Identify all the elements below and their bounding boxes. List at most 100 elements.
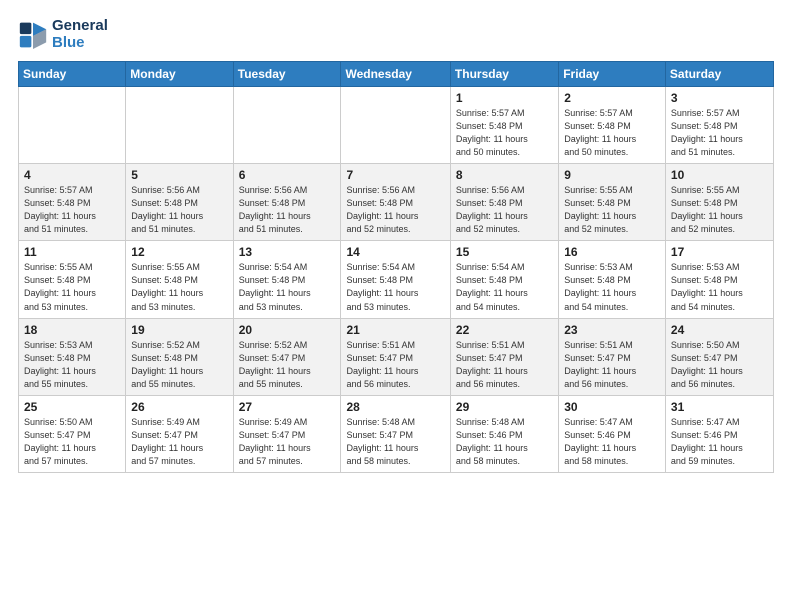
day-info: Sunrise: 5:47 AMSunset: 5:46 PMDaylight:… <box>671 416 768 468</box>
day-info: Sunrise: 5:56 AMSunset: 5:48 PMDaylight:… <box>131 184 227 236</box>
day-info: Sunrise: 5:50 AMSunset: 5:47 PMDaylight:… <box>671 339 768 391</box>
day-number: 21 <box>346 323 444 337</box>
weekday-header-saturday: Saturday <box>665 62 773 87</box>
day-info: Sunrise: 5:51 AMSunset: 5:47 PMDaylight:… <box>456 339 553 391</box>
day-info: Sunrise: 5:51 AMSunset: 5:47 PMDaylight:… <box>564 339 660 391</box>
day-number: 17 <box>671 245 768 259</box>
day-number: 16 <box>564 245 660 259</box>
page-header: General Blue <box>18 18 774 51</box>
day-number: 24 <box>671 323 768 337</box>
logo-text: General Blue <box>52 18 108 51</box>
weekday-header-thursday: Thursday <box>450 62 558 87</box>
calendar-table: SundayMondayTuesdayWednesdayThursdayFrid… <box>18 61 774 473</box>
day-info: Sunrise: 5:56 AMSunset: 5:48 PMDaylight:… <box>239 184 336 236</box>
calendar-week-row: 1Sunrise: 5:57 AMSunset: 5:48 PMDaylight… <box>19 87 774 164</box>
calendar-cell <box>19 87 126 164</box>
day-info: Sunrise: 5:55 AMSunset: 5:48 PMDaylight:… <box>671 184 768 236</box>
calendar-header-row: SundayMondayTuesdayWednesdayThursdayFrid… <box>19 62 774 87</box>
day-number: 28 <box>346 400 444 414</box>
calendar-cell: 17 Sunrise: 5:53 AMSunset: 5:48 PMDayligh… <box>665 241 773 318</box>
day-number: 5 <box>131 168 227 182</box>
calendar-cell: 25 Sunrise: 5:50 AMSunset: 5:47 PMDayligh… <box>19 395 126 472</box>
day-number: 15 <box>456 245 553 259</box>
day-number: 10 <box>671 168 768 182</box>
day-number: 26 <box>131 400 227 414</box>
calendar-cell: 31Sunrise: 5:47 AMSunset: 5:46 PMDayligh… <box>665 395 773 472</box>
day-info: Sunrise: 5:51 AMSunset: 5:47 PMDaylight:… <box>346 339 444 391</box>
calendar-cell <box>126 87 233 164</box>
day-info: Sunrise: 5:48 AMSunset: 5:46 PMDaylight:… <box>456 416 553 468</box>
day-info: Sunrise: 5:49 AMSunset: 5:47 PMDaylight:… <box>131 416 227 468</box>
day-number: 13 <box>239 245 336 259</box>
day-info: Sunrise: 5:49 AMSunset: 5:47 PMDaylight:… <box>239 416 336 468</box>
calendar-cell: 12 Sunrise: 5:55 AMSunset: 5:48 PMDayligh… <box>126 241 233 318</box>
day-info: Sunrise: 5:56 AMSunset: 5:48 PMDaylight:… <box>456 184 553 236</box>
day-info: Sunrise: 5:54 AMSunset: 5:48 PMDaylight:… <box>239 261 336 313</box>
day-info: Sunrise: 5:57 AMSunset: 5:48 PMDaylight:… <box>456 107 553 159</box>
calendar-cell: 1Sunrise: 5:57 AMSunset: 5:48 PMDaylight… <box>450 87 558 164</box>
day-number: 14 <box>346 245 444 259</box>
day-number: 25 <box>24 400 120 414</box>
calendar-cell: 23 Sunrise: 5:51 AMSunset: 5:47 PMDayligh… <box>559 318 666 395</box>
day-info: Sunrise: 5:57 AMSunset: 5:48 PMDaylight:… <box>24 184 120 236</box>
calendar-week-row: 18Sunrise: 5:53 AMSunset: 5:48 PMDayligh… <box>19 318 774 395</box>
day-number: 2 <box>564 91 660 105</box>
calendar-cell: 4 Sunrise: 5:57 AMSunset: 5:48 PMDaylight… <box>19 164 126 241</box>
calendar-cell: 5 Sunrise: 5:56 AMSunset: 5:48 PMDaylight… <box>126 164 233 241</box>
day-info: Sunrise: 5:54 AMSunset: 5:48 PMDaylight:… <box>456 261 553 313</box>
calendar-cell <box>341 87 450 164</box>
calendar-cell: 15 Sunrise: 5:54 AMSunset: 5:48 PMDayligh… <box>450 241 558 318</box>
day-info: Sunrise: 5:55 AMSunset: 5:48 PMDaylight:… <box>564 184 660 236</box>
calendar-cell: 9 Sunrise: 5:55 AMSunset: 5:48 PMDaylight… <box>559 164 666 241</box>
day-info: Sunrise: 5:53 AMSunset: 5:48 PMDaylight:… <box>564 261 660 313</box>
calendar-week-row: 25 Sunrise: 5:50 AMSunset: 5:47 PMDayligh… <box>19 395 774 472</box>
day-info: Sunrise: 5:48 AMSunset: 5:47 PMDaylight:… <box>346 416 444 468</box>
calendar-cell: 11 Sunrise: 5:55 AMSunset: 5:48 PMDayligh… <box>19 241 126 318</box>
calendar-cell: 16 Sunrise: 5:53 AMSunset: 5:48 PMDayligh… <box>559 241 666 318</box>
day-info: Sunrise: 5:57 AMSunset: 5:48 PMDaylight:… <box>564 107 660 159</box>
day-number: 8 <box>456 168 553 182</box>
day-info: Sunrise: 5:55 AMSunset: 5:48 PMDaylight:… <box>24 261 120 313</box>
calendar-cell: 24 Sunrise: 5:50 AMSunset: 5:47 PMDayligh… <box>665 318 773 395</box>
day-number: 4 <box>24 168 120 182</box>
weekday-header-monday: Monday <box>126 62 233 87</box>
day-number: 22 <box>456 323 553 337</box>
day-number: 6 <box>239 168 336 182</box>
calendar-cell: 27 Sunrise: 5:49 AMSunset: 5:47 PMDayligh… <box>233 395 341 472</box>
day-number: 7 <box>346 168 444 182</box>
day-info: Sunrise: 5:56 AMSunset: 5:48 PMDaylight:… <box>346 184 444 236</box>
day-number: 27 <box>239 400 336 414</box>
calendar-cell: 3 Sunrise: 5:57 AMSunset: 5:48 PMDaylight… <box>665 87 773 164</box>
day-number: 3 <box>671 91 768 105</box>
calendar-cell: 22 Sunrise: 5:51 AMSunset: 5:47 PMDayligh… <box>450 318 558 395</box>
calendar-cell: 7 Sunrise: 5:56 AMSunset: 5:48 PMDaylight… <box>341 164 450 241</box>
day-number: 23 <box>564 323 660 337</box>
calendar-page: General Blue SundayMondayTuesdayWednesda… <box>0 0 792 612</box>
calendar-cell: 26 Sunrise: 5:49 AMSunset: 5:47 PMDayligh… <box>126 395 233 472</box>
calendar-cell: 8 Sunrise: 5:56 AMSunset: 5:48 PMDaylight… <box>450 164 558 241</box>
day-number: 11 <box>24 245 120 259</box>
day-info: Sunrise: 5:53 AMSunset: 5:48 PMDaylight:… <box>24 339 120 391</box>
calendar-cell: 6 Sunrise: 5:56 AMSunset: 5:48 PMDaylight… <box>233 164 341 241</box>
calendar-week-row: 11 Sunrise: 5:55 AMSunset: 5:48 PMDayligh… <box>19 241 774 318</box>
calendar-cell: 14Sunrise: 5:54 AMSunset: 5:48 PMDayligh… <box>341 241 450 318</box>
calendar-week-row: 4 Sunrise: 5:57 AMSunset: 5:48 PMDaylight… <box>19 164 774 241</box>
calendar-cell: 28 Sunrise: 5:48 AMSunset: 5:47 PMDayligh… <box>341 395 450 472</box>
day-info: Sunrise: 5:50 AMSunset: 5:47 PMDaylight:… <box>24 416 120 468</box>
calendar-cell: 13 Sunrise: 5:54 AMSunset: 5:48 PMDayligh… <box>233 241 341 318</box>
calendar-cell: 20Sunrise: 5:52 AMSunset: 5:47 PMDayligh… <box>233 318 341 395</box>
calendar-cell: 21 Sunrise: 5:51 AMSunset: 5:47 PMDayligh… <box>341 318 450 395</box>
weekday-header-friday: Friday <box>559 62 666 87</box>
day-info: Sunrise: 5:57 AMSunset: 5:48 PMDaylight:… <box>671 107 768 159</box>
day-number: 12 <box>131 245 227 259</box>
day-info: Sunrise: 5:53 AMSunset: 5:48 PMDaylight:… <box>671 261 768 313</box>
calendar-cell <box>233 87 341 164</box>
calendar-cell: 18Sunrise: 5:53 AMSunset: 5:48 PMDayligh… <box>19 318 126 395</box>
day-number: 9 <box>564 168 660 182</box>
day-info: Sunrise: 5:52 AMSunset: 5:48 PMDaylight:… <box>131 339 227 391</box>
day-number: 30 <box>564 400 660 414</box>
day-number: 29 <box>456 400 553 414</box>
day-info: Sunrise: 5:52 AMSunset: 5:47 PMDaylight:… <box>239 339 336 391</box>
weekday-header-tuesday: Tuesday <box>233 62 341 87</box>
day-info: Sunrise: 5:55 AMSunset: 5:48 PMDaylight:… <box>131 261 227 313</box>
